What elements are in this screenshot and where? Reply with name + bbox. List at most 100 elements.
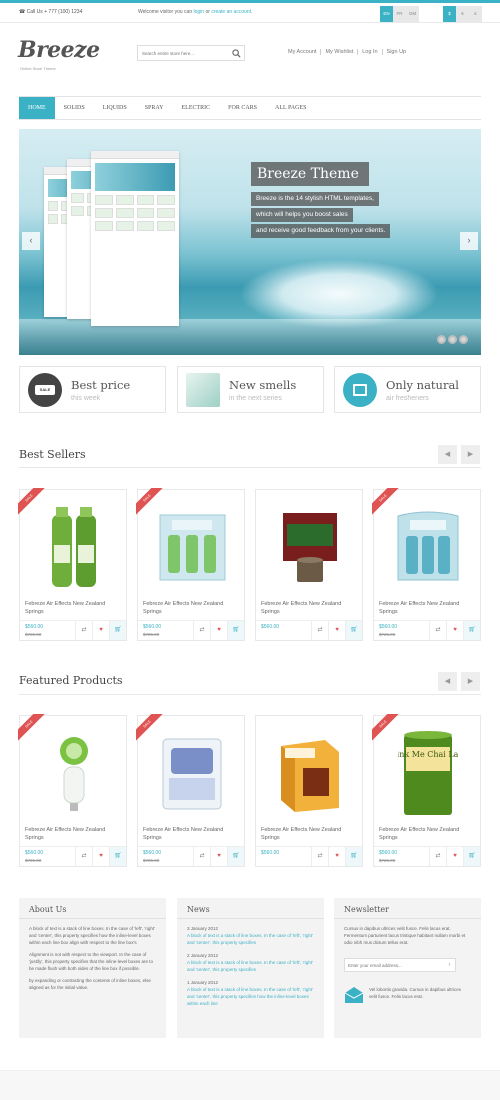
- slider-prev-arrow[interactable]: ‹: [22, 232, 40, 250]
- news-item[interactable]: 2 January 2012 A block of text is a stac…: [187, 952, 315, 973]
- featured-prev-button[interactable]: ◀: [438, 672, 457, 691]
- add-to-cart-icon[interactable]: 🛒︎: [109, 621, 126, 640]
- wishlist-heart-icon[interactable]: ♥: [446, 847, 463, 866]
- product-name[interactable]: Febreze Air Effects New Zealand Springs: [25, 600, 125, 616]
- product-card[interactable]: SALE Febreze Air Effects New Zealand Spri…: [18, 714, 127, 867]
- product-image[interactable]: [30, 726, 118, 821]
- promo-only-natural[interactable]: Only natural air fresheners: [334, 366, 481, 413]
- add-to-cart-icon[interactable]: 🛒︎: [463, 621, 480, 640]
- add-to-cart-icon[interactable]: 🛒︎: [109, 847, 126, 866]
- promo-best-price[interactable]: SALE Best price this week: [19, 366, 166, 413]
- wishlist-heart-icon[interactable]: ♥: [446, 621, 463, 640]
- my-wishlist-link[interactable]: My Wishlist: [320, 49, 357, 55]
- product-card[interactable]: Febreze Air Effects New Zealand Springs $…: [255, 489, 363, 641]
- lang-fr[interactable]: FR: [393, 6, 406, 22]
- product-image[interactable]: [148, 726, 236, 821]
- compare-icon[interactable]: ⇄: [75, 847, 92, 866]
- svg-text:Drink Me Chai Latte: Drink Me Chai Latte: [398, 750, 458, 759]
- currency-switcher: $ € £: [443, 6, 482, 22]
- product-old-price: $725.00: [379, 632, 396, 637]
- search-icon[interactable]: [232, 49, 241, 58]
- login-link[interactable]: login: [194, 9, 205, 15]
- nav-for-cars[interactable]: FOR CARS: [219, 97, 266, 119]
- slider-next-arrow[interactable]: ›: [460, 232, 478, 250]
- compare-icon[interactable]: ⇄: [311, 847, 328, 866]
- promo-subtitle: this week: [71, 395, 101, 402]
- sign-up-link[interactable]: Sign Up: [381, 49, 411, 55]
- compare-icon[interactable]: ⇄: [193, 621, 210, 640]
- product-card[interactable]: SALEDrink Me Chai LatteFebreze Air Effec…: [372, 714, 481, 867]
- promo-title: Best price: [71, 378, 131, 392]
- newsletter-email-input[interactable]: [344, 958, 451, 972]
- account-links: My Account My Wishlist Log In Sign Up: [288, 49, 410, 55]
- log-in-link[interactable]: Log In: [357, 49, 381, 55]
- best-sellers-prev-button[interactable]: ◀: [438, 445, 457, 464]
- about-us-column: About Us A block of text is a stack of l…: [19, 898, 166, 1038]
- featured-next-button[interactable]: ▶: [461, 672, 480, 691]
- best-sellers-next-button[interactable]: ▶: [461, 445, 480, 464]
- create-account-link[interactable]: create an account.: [211, 9, 252, 15]
- product-name[interactable]: Febreze Air Effects New Zealand Springs: [261, 600, 361, 616]
- compare-icon[interactable]: ⇄: [193, 847, 210, 866]
- product-image[interactable]: [30, 500, 118, 595]
- nav-liquids[interactable]: LIQUIDS: [94, 97, 136, 119]
- wishlist-heart-icon[interactable]: ♥: [210, 621, 227, 640]
- currency-usd[interactable]: $: [443, 6, 456, 22]
- add-to-cart-icon[interactable]: 🛒︎: [345, 847, 362, 866]
- slide-line-2: which will helps you boost sales: [251, 208, 353, 222]
- nav-all-pages[interactable]: ALL PAGES: [266, 97, 315, 119]
- search-input[interactable]: [138, 50, 228, 56]
- product-name[interactable]: Febreze Air Effects New Zealand Springs: [25, 826, 125, 842]
- wishlist-heart-icon[interactable]: ♥: [92, 847, 109, 866]
- slide-dot[interactable]: [459, 335, 468, 344]
- add-to-cart-icon[interactable]: 🛒︎: [345, 621, 362, 640]
- product-name[interactable]: Febreze Air Effects New Zealand Springs: [379, 600, 479, 616]
- product-card[interactable]: SALE Febreze Air Effects New Zealand Spri…: [136, 488, 245, 641]
- logo[interactable]: Breeze: [18, 37, 100, 63]
- currency-eur[interactable]: €: [456, 6, 469, 22]
- product-name[interactable]: Febreze Air Effects New Zealand Springs: [261, 826, 361, 842]
- compare-icon[interactable]: ⇄: [429, 621, 446, 640]
- wishlist-heart-icon[interactable]: ♥: [328, 847, 345, 866]
- featured-products-title: Featured Products: [19, 674, 123, 687]
- nav-spray[interactable]: SPRAY: [136, 97, 173, 119]
- add-to-cart-icon[interactable]: 🛒︎: [463, 847, 480, 866]
- news-item[interactable]: 3 January 2012 A block of text is a stac…: [187, 925, 315, 946]
- product-name[interactable]: Febreze Air Effects New Zealand Springs: [143, 826, 243, 842]
- wishlist-heart-icon[interactable]: ♥: [210, 847, 227, 866]
- product-image[interactable]: [266, 500, 354, 595]
- tagline: Online Store Theme: [20, 66, 56, 71]
- nav-home[interactable]: HOME: [19, 97, 55, 119]
- newsletter-submit-button[interactable]: ›: [444, 958, 456, 972]
- product-card[interactable]: SALE Febreze Air Effects New Zealand Spri…: [136, 714, 245, 867]
- lang-en[interactable]: EN: [380, 6, 393, 22]
- add-to-cart-icon[interactable]: 🛒︎: [227, 847, 244, 866]
- news-item[interactable]: 1 January 2012 A block of text is a stac…: [187, 979, 315, 1007]
- product-name[interactable]: Febreze Air Effects New Zealand Springs: [379, 826, 479, 842]
- wishlist-heart-icon[interactable]: ♥: [92, 621, 109, 640]
- lang-gm[interactable]: GM: [406, 6, 419, 22]
- wishlist-heart-icon[interactable]: ♥: [328, 621, 345, 640]
- product-image[interactable]: [384, 500, 472, 595]
- product-image[interactable]: [266, 726, 354, 821]
- promo-new-smells[interactable]: New smells in the next series: [177, 366, 324, 413]
- slide-dot[interactable]: [448, 335, 457, 344]
- compare-icon[interactable]: ⇄: [311, 621, 328, 640]
- currency-gbp[interactable]: £: [469, 6, 482, 22]
- my-account-link[interactable]: My Account: [288, 49, 320, 55]
- compare-icon[interactable]: ⇄: [75, 621, 92, 640]
- nav-electric[interactable]: ELECTRIC: [172, 97, 219, 119]
- product-card[interactable]: SALE Febreze Air Effects New Zealand Spri…: [18, 488, 127, 641]
- product-image[interactable]: Drink Me Chai Latte: [384, 726, 472, 821]
- product-name[interactable]: Febreze Air Effects New Zealand Springs: [143, 600, 243, 616]
- product-card[interactable]: SALE Febreze Air Effects New Zealand Spri…: [372, 488, 481, 641]
- nav-solids[interactable]: SOLIDS: [55, 97, 94, 119]
- add-to-cart-icon[interactable]: 🛒︎: [227, 621, 244, 640]
- wave-shore: [19, 319, 481, 355]
- product-card[interactable]: Febreze Air Effects New Zealand Springs $…: [255, 715, 363, 867]
- product-old-price: $725.00: [143, 858, 160, 863]
- product-old-price: $725.00: [25, 632, 42, 637]
- compare-icon[interactable]: ⇄: [429, 847, 446, 866]
- product-image[interactable]: [148, 500, 236, 595]
- slide-dot[interactable]: [437, 335, 446, 344]
